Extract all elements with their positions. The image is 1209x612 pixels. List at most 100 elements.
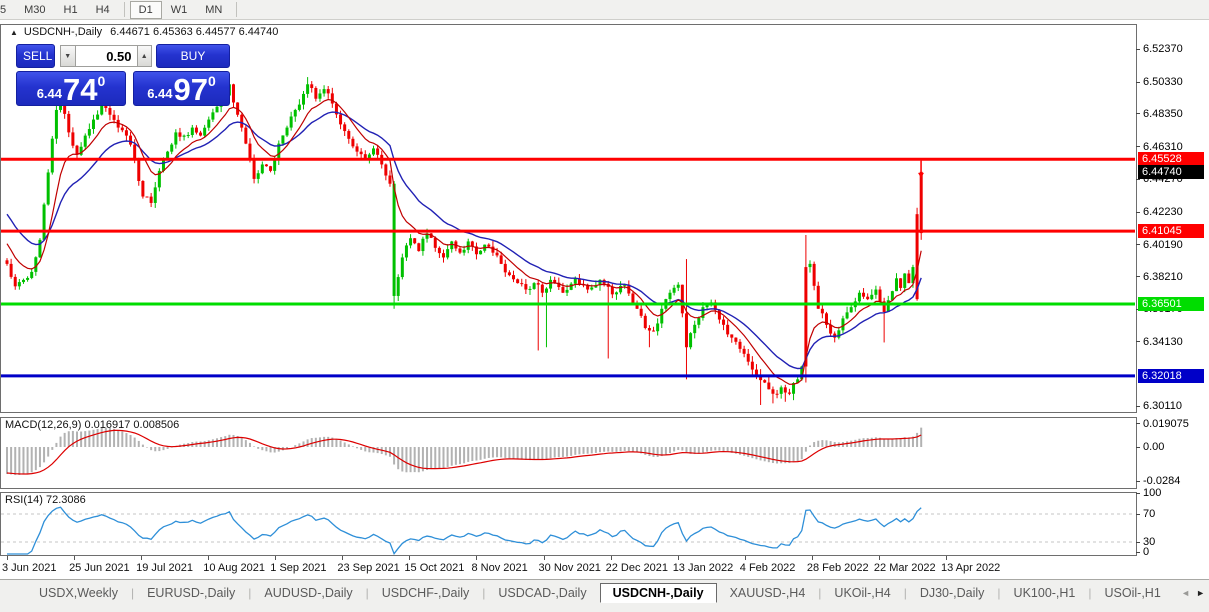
collapse-panel-icon[interactable]: ▲ bbox=[10, 28, 18, 37]
date-axis-label: 25 Jun 2021 bbox=[69, 562, 130, 574]
price-axis-label: 6.38210 bbox=[1143, 270, 1183, 283]
price-axis-label: 6.34130 bbox=[1143, 335, 1183, 348]
tab-uk100-h1[interactable]: UK100-,H1 bbox=[1001, 583, 1089, 603]
buy-price-big-digits: 97 bbox=[173, 72, 208, 107]
price-axis-label: 6.42230 bbox=[1143, 206, 1183, 219]
sell-button[interactable]: SELL bbox=[16, 44, 55, 68]
axis-tick bbox=[1136, 405, 1140, 407]
volume-input[interactable] bbox=[75, 45, 137, 67]
axis-tick bbox=[1136, 48, 1140, 50]
date-axis-label: 4 Feb 2022 bbox=[739, 562, 796, 574]
volume-stepper: ▼ ▲ bbox=[60, 45, 152, 67]
axis-tick bbox=[1136, 211, 1140, 213]
candlestick-series bbox=[1, 77, 1135, 405]
date-tick bbox=[476, 556, 478, 560]
axis-tick bbox=[1136, 541, 1140, 543]
date-tick bbox=[342, 556, 344, 560]
date-tick bbox=[141, 556, 143, 560]
date-axis-label: 19 Jul 2021 bbox=[136, 562, 194, 574]
axis-tick bbox=[1136, 244, 1140, 246]
price-axis-label: 6.30110 bbox=[1143, 400, 1182, 413]
sell-price-display[interactable]: 6.44 74 0 bbox=[16, 71, 126, 106]
date-tick bbox=[74, 556, 76, 560]
date-tick bbox=[7, 556, 8, 560]
rsi-axis-label: 0 bbox=[1143, 546, 1150, 558]
date-tick bbox=[945, 556, 947, 560]
date-tick bbox=[610, 556, 612, 560]
date-axis-label: 22 Dec 2021 bbox=[605, 562, 669, 574]
price-axis-label: 6.40190 bbox=[1143, 238, 1183, 251]
chart-ohlc-values: 6.44671 6.45363 6.44577 6.44740 bbox=[110, 26, 279, 38]
date-axis-label: 22 Mar 2022 bbox=[873, 562, 936, 574]
macd-axis-label: -0.0284 bbox=[1143, 475, 1181, 488]
rsi-axis-label: 70 bbox=[1143, 508, 1156, 520]
axis-tick bbox=[1136, 81, 1140, 83]
sell-price-big-digits: 74 bbox=[63, 72, 98, 107]
axis-tick bbox=[1136, 480, 1140, 482]
tabs-scroll-left-icon[interactable]: ◄ bbox=[1181, 588, 1190, 598]
tab-xauusd-h4[interactable]: XAUUSD-,H4 bbox=[717, 583, 819, 603]
macd-series bbox=[6, 427, 923, 476]
date-axis-label: 3 Jun 2021 bbox=[2, 562, 57, 574]
buy-price-display[interactable]: 6.44 97 0 bbox=[133, 71, 230, 106]
macd-axis-label: 0.019075 bbox=[1143, 417, 1189, 430]
current-price-badge: 6.44740 bbox=[1138, 164, 1204, 179]
axis-tick bbox=[1136, 113, 1140, 115]
tab-eurusd-daily[interactable]: EURUSD-,Daily bbox=[134, 583, 248, 603]
axis-tick bbox=[1136, 423, 1140, 425]
buy-price-pipette: 0 bbox=[208, 73, 216, 89]
hline-price-badge: 6.41045 bbox=[1138, 224, 1204, 239]
date-tick bbox=[275, 556, 277, 560]
date-tick bbox=[744, 556, 746, 560]
date-axis-label: 28 Feb 2022 bbox=[806, 562, 869, 574]
buy-price-prefix: 6.44 bbox=[147, 86, 173, 101]
down-arrow-icon: ▼ bbox=[64, 52, 72, 60]
up-arrow-icon: ▲ bbox=[140, 52, 148, 60]
date-axis-label: 8 Nov 2021 bbox=[471, 562, 528, 574]
buy-button[interactable]: BUY bbox=[156, 44, 230, 68]
trading-app-window: 5 M30 H1 H4 D1 W1 MN ▲ USDCNH-,Daily 6.44671 6.4… bbox=[0, 0, 1209, 612]
hline-price-badge: 6.36501 bbox=[1138, 296, 1204, 311]
date-axis-label: 15 Oct 2021 bbox=[404, 562, 465, 574]
macd-indicator-label: MACD(12,26,9) 0.016917 0.008506 bbox=[5, 419, 180, 431]
axis-tick bbox=[1136, 492, 1140, 494]
sell-price-prefix: 6.44 bbox=[36, 86, 63, 101]
date-axis-label: 13 Apr 2022 bbox=[940, 562, 1001, 574]
tab-usoil-h1[interactable]: USOil-,H1 bbox=[1092, 583, 1174, 603]
date-tick bbox=[878, 556, 880, 560]
axis-tick bbox=[1136, 276, 1140, 278]
date-axis-label: 13 Jan 2022 bbox=[672, 562, 734, 574]
sell-price-pipette: 0 bbox=[97, 73, 106, 89]
tab-dj30-daily[interactable]: DJ30-,Daily bbox=[907, 583, 998, 603]
rsi-axis-label: 100 bbox=[1143, 487, 1162, 499]
date-tick bbox=[543, 556, 545, 560]
date-axis-label: 10 Aug 2021 bbox=[203, 562, 265, 574]
date-tick bbox=[677, 556, 679, 560]
tab-audusd-daily[interactable]: AUDUSD-,Daily bbox=[251, 583, 365, 603]
tab-ukoil-h4[interactable]: UKOil-,H4 bbox=[821, 583, 903, 603]
hline-price-badge: 6.32018 bbox=[1138, 368, 1204, 383]
tabs-scroll-right-icon[interactable]: ► bbox=[1196, 588, 1205, 598]
axis-tick bbox=[1136, 446, 1140, 448]
one-click-trading-panel: SELL ▼ ▲ BUY 6.44740 6.44970 bbox=[16, 42, 231, 106]
tab-usdx-weekly[interactable]: USDX,Weekly bbox=[26, 583, 131, 603]
tab-usdchf-daily[interactable]: USDCHF-,Daily bbox=[369, 583, 483, 603]
volume-decrease-button[interactable]: ▼ bbox=[60, 45, 76, 67]
tab-usdcad-daily[interactable]: USDCAD-,Daily bbox=[485, 583, 599, 603]
price-axis-label: 6.52370 bbox=[1143, 43, 1183, 56]
axis-tick bbox=[1136, 146, 1140, 148]
price-axis-label: 6.46310 bbox=[1143, 140, 1183, 153]
rsi-indicator-label: RSI(14) 72.3086 bbox=[5, 494, 86, 506]
chart-symbol-period: USDCNH-,Daily bbox=[23, 26, 103, 38]
price-axis-label: 6.50330 bbox=[1143, 76, 1183, 89]
axis-tick bbox=[1136, 178, 1140, 180]
price-axis-label: 6.48350 bbox=[1143, 107, 1183, 120]
macd-axis-label: 0.00 bbox=[1143, 441, 1165, 453]
date-axis-label: 23 Sep 2021 bbox=[337, 562, 400, 574]
date-tick bbox=[208, 556, 210, 560]
tab-usdcnh-daily[interactable]: USDCNH-,Daily bbox=[599, 582, 717, 603]
date-tick bbox=[811, 556, 813, 560]
symbol-tab-bar: USDX,Weekly | EURUSD-,Daily | AUDUSD-,Daily |… bbox=[0, 579, 1209, 612]
date-axis-label: 1 Sep 2021 bbox=[270, 562, 327, 574]
volume-increase-button[interactable]: ▲ bbox=[136, 45, 152, 67]
